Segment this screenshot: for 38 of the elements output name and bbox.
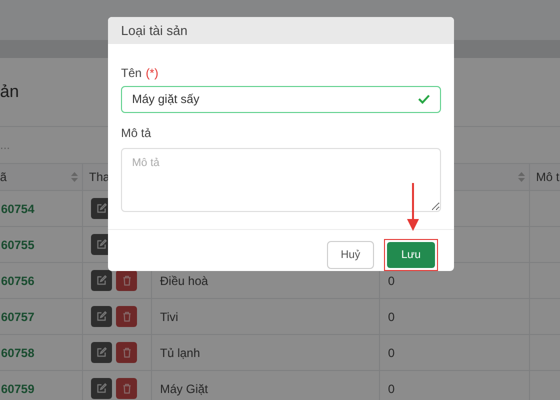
column-header: ã bbox=[0, 169, 7, 186]
asset-code-link[interactable]: 60758 bbox=[0, 344, 34, 362]
asset-code-link[interactable]: 60754 bbox=[0, 200, 34, 218]
edit-icon bbox=[96, 347, 107, 358]
edit-icon bbox=[96, 383, 107, 394]
asset-code-link[interactable]: 60757 bbox=[0, 308, 34, 326]
table-cell-text: Tủ lạnh bbox=[160, 344, 200, 362]
edit-icon bbox=[96, 275, 107, 286]
trash-icon bbox=[122, 311, 132, 322]
asset-code-link[interactable]: 60755 bbox=[0, 236, 34, 254]
check-icon bbox=[418, 94, 430, 104]
delete-button[interactable] bbox=[116, 270, 137, 291]
save-button[interactable]: Lưu bbox=[387, 242, 435, 268]
column-header: Mô t bbox=[536, 169, 560, 186]
table-cell-text: 0 bbox=[388, 308, 395, 326]
table-cell-text: 0 bbox=[388, 272, 395, 290]
table-cell-text: Điều hoà bbox=[160, 272, 208, 290]
edit-icon bbox=[96, 203, 107, 214]
field-label: Tên bbox=[121, 64, 142, 82]
annotation-arrow bbox=[407, 183, 419, 231]
cancel-button[interactable]: Huỷ bbox=[327, 240, 374, 269]
description-textarea[interactable]: Mô tả bbox=[121, 148, 441, 212]
table-cell-text: 0 bbox=[388, 380, 395, 398]
required-mark: (*) bbox=[146, 64, 158, 82]
name-input[interactable]: Máy giặt sấy bbox=[121, 86, 441, 113]
trash-icon bbox=[122, 347, 132, 358]
asset-code-link[interactable]: 60756 bbox=[0, 272, 34, 290]
trash-icon bbox=[122, 275, 132, 286]
edit-icon bbox=[96, 239, 107, 250]
edit-icon bbox=[96, 311, 107, 322]
asset-code-link[interactable]: 60759 bbox=[0, 380, 34, 398]
trash-icon bbox=[122, 383, 132, 394]
field-label: Mô tả bbox=[121, 124, 152, 142]
table-cell-text: Tivi bbox=[160, 308, 178, 326]
dialog-title: Loại tài sản bbox=[121, 22, 188, 40]
page-title: ản bbox=[0, 81, 19, 104]
table-cell-text: Máy Giặt bbox=[160, 380, 208, 398]
table-cell-text: 0 bbox=[388, 344, 395, 362]
